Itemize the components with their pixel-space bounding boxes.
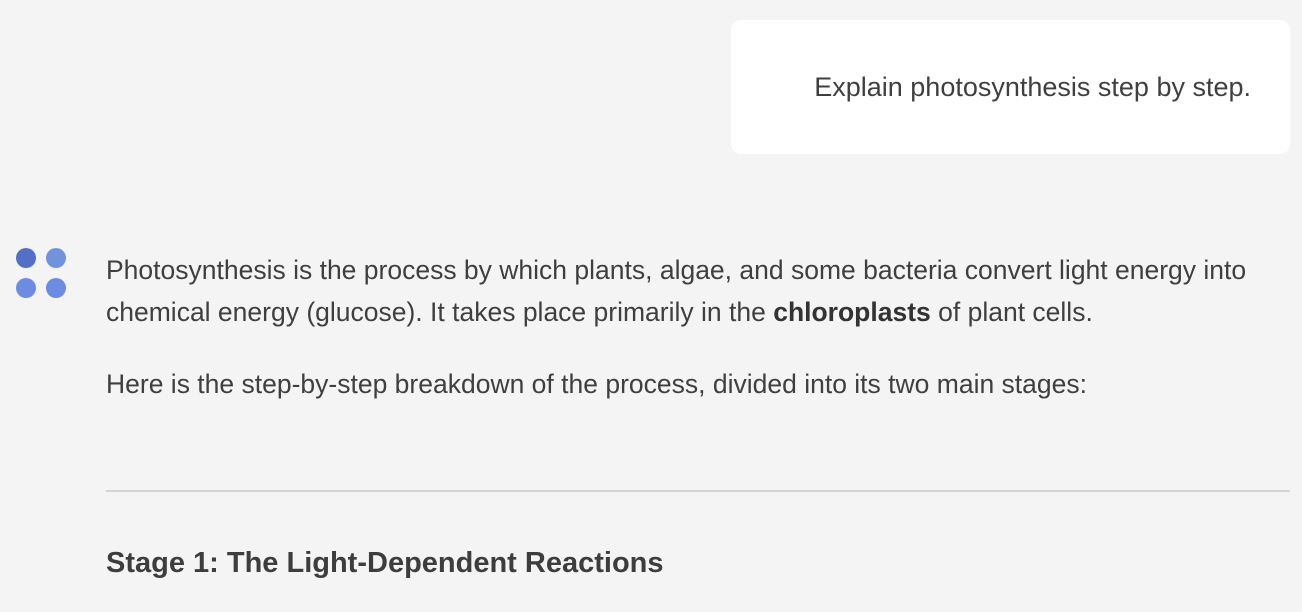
assistant-paragraph-overview: Here is the step-by-step breakdown of th… bbox=[106, 369, 1087, 399]
intro-bold-term: chloroplasts bbox=[773, 297, 931, 327]
section-divider bbox=[106, 490, 1290, 492]
assistant-message: Photosynthesis is the process by which p… bbox=[106, 249, 1290, 405]
intro-text-end: of plant cells. bbox=[930, 297, 1093, 327]
stage1-heading: Stage 1: The Light-Dependent Reactions bbox=[106, 547, 664, 579]
avatar-dot bbox=[16, 278, 36, 298]
avatar-dot bbox=[46, 278, 66, 298]
user-message-text: Explain photosynthesis step by step. bbox=[814, 71, 1251, 102]
avatar-dot bbox=[46, 248, 66, 268]
user-message-bubble: Explain photosynthesis step by step. bbox=[731, 20, 1290, 154]
avatar-dot bbox=[16, 248, 36, 268]
assistant-paragraph-intro: Photosynthesis is the process by which p… bbox=[106, 249, 1290, 333]
assistant-avatar-icon bbox=[16, 248, 68, 300]
